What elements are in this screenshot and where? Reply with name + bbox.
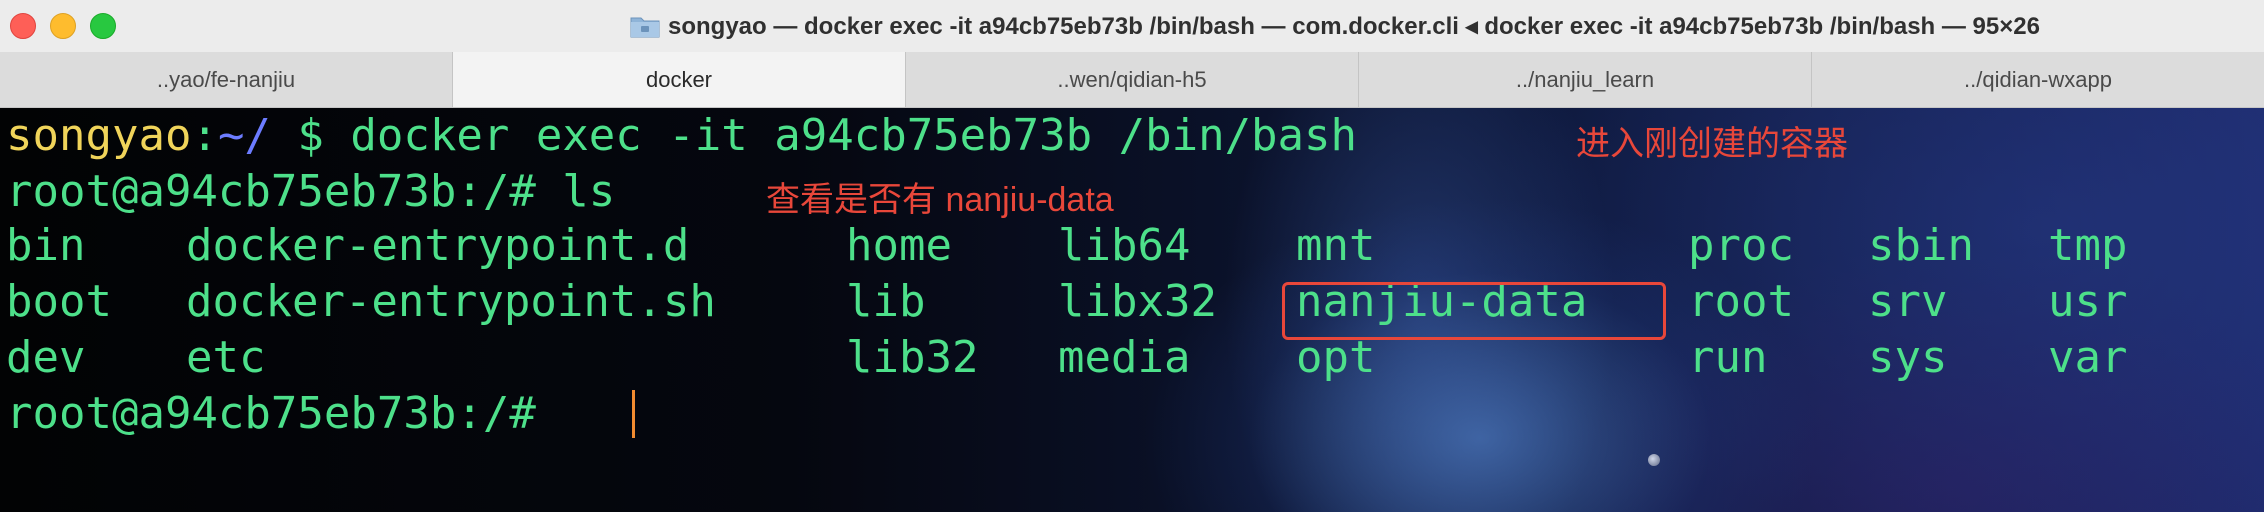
terminal-pane[interactable]: songyao:~/ $ docker exec -it a94cb75eb73… (0, 108, 2264, 512)
ls-entry: dev (6, 332, 86, 383)
highlight-box (1282, 282, 1666, 340)
ls-entry: lib (846, 276, 926, 327)
ls-entry: lib64 (1058, 220, 1191, 271)
minimize-window-button[interactable] (50, 13, 76, 39)
ls-entry: tmp (2048, 220, 2128, 271)
window-title: songyao — docker exec -it a94cb75eb73b /… (668, 12, 2040, 40)
prompt-user: songyao (6, 110, 192, 161)
ls-entry: home (846, 220, 952, 271)
ls-entry: proc (1688, 220, 1794, 271)
prompt-line-1: songyao:~/ $ docker exec -it a94cb75eb73… (6, 108, 1357, 164)
ls-entry: mnt (1296, 220, 1376, 271)
close-window-button[interactable] (10, 13, 36, 39)
ls-entry: media (1058, 332, 1191, 383)
ls-entry: etc (186, 332, 266, 383)
ls-entry: run (1688, 332, 1768, 383)
docker-exec-command: $ docker exec -it a94cb75eb73b /bin/bash (270, 110, 1358, 161)
ls-entry: docker-entrypoint.d (186, 220, 690, 271)
tab-qidian-h5[interactable]: ..wen/qidian-h5 (905, 52, 1358, 107)
prompt-line-2: root@a94cb75eb73b:/# ls (6, 166, 616, 217)
tab-nanjiu-learn[interactable]: ../nanjiu_learn (1358, 52, 1811, 107)
terminal-output: songyao:~/ $ docker exec -it a94cb75eb73… (6, 108, 1357, 220)
folder-icon (630, 17, 660, 38)
tab-bar: ..yao/fe-nanjiu docker ..wen/qidian-h5 .… (0, 52, 2264, 108)
tab-qidian-wxapp[interactable]: ../qidian-wxapp (1811, 52, 2264, 107)
title-bar: songyao — docker exec -it a94cb75eb73b /… (0, 0, 2264, 52)
ls-entry: srv (1868, 276, 1948, 327)
zoom-window-button[interactable] (90, 13, 116, 39)
ls-entry: sbin (1868, 220, 1974, 271)
ls-entry: docker-entrypoint.sh (186, 276, 716, 327)
ls-entry: libx32 (1058, 276, 1217, 327)
prompt-path: ~/ (217, 110, 271, 161)
ls-entry: usr (2048, 276, 2128, 327)
ls-entry: bin (6, 220, 86, 271)
tab-fe-nanjiu[interactable]: ..yao/fe-nanjiu (0, 52, 452, 107)
window-title-area: songyao — docker exec -it a94cb75eb73b /… (630, 0, 2260, 52)
annotation-check-data: 查看是否有 nanjiu-data (766, 181, 1114, 219)
annotation-enter-container: 进入刚创建的容器 (1576, 125, 1848, 163)
prompt-separator: : (191, 110, 218, 161)
text-cursor (632, 390, 635, 438)
tab-docker[interactable]: docker (452, 52, 905, 107)
ls-entry: root (1688, 276, 1794, 327)
ls-entry: boot (6, 276, 112, 327)
ls-entry: var (2048, 332, 2128, 383)
background-planet (1648, 454, 1660, 466)
prompt-line-3: root@a94cb75eb73b:/# (6, 388, 536, 439)
ls-entry: lib32 (846, 332, 979, 383)
ls-entry: sys (1868, 332, 1948, 383)
